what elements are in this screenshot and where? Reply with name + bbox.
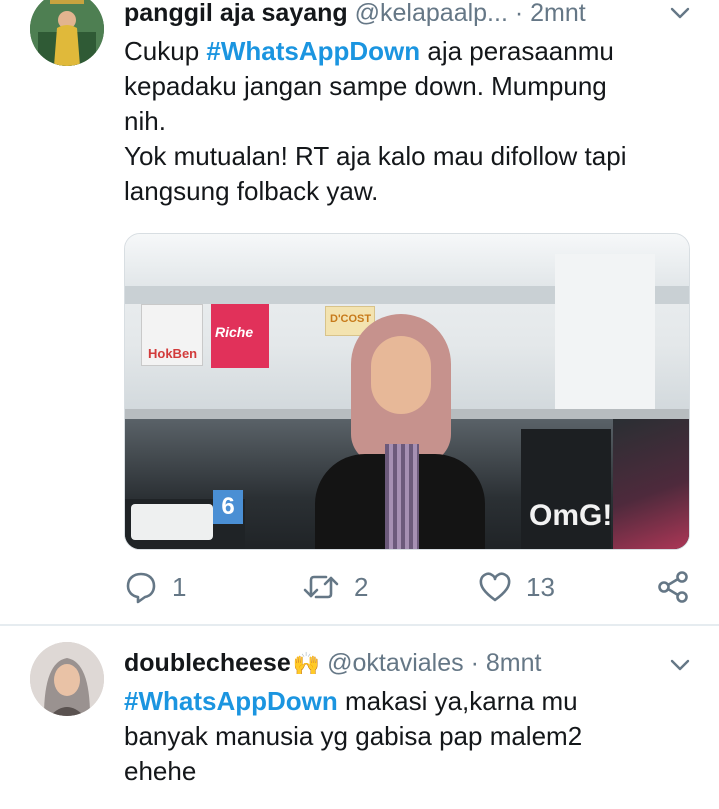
retweet-count: 2 [354,571,369,602]
tweet-text: Cukup #WhatsAppDown aja perasaanmu kepad… [124,34,694,209]
hashtag-link[interactable]: #WhatsAppDown [124,686,338,716]
share-button[interactable] [656,565,690,609]
text-line: langsung folback yaw. [124,176,379,206]
user-handle[interactable]: @kelapaalp... [355,0,508,27]
tweet-header: doublecheese🙌 @oktaviales · 8mnt [124,648,541,679]
like-icon [478,570,512,604]
reply-icon [124,570,158,604]
text-line: nih. [124,106,166,136]
like-button[interactable]: 13 [478,565,555,609]
timestamp[interactable]: 2mnt [530,0,586,27]
display-name[interactable]: doublecheese [124,649,291,677]
text-fragment: makasi ya,karna mu [337,686,578,716]
photo-gate-stickers [131,504,213,540]
tweet[interactable]: doublecheese🙌 @oktaviales · 8mnt #WhatsA… [0,626,719,809]
chevron-down-icon[interactable] [669,2,691,24]
hashtag-link[interactable]: #WhatsAppDown [206,36,420,66]
person-scarf [385,444,419,549]
sign-hokben-text: HokBen [148,346,198,361]
reply-count: 1 [172,571,187,602]
text-fragment: aja perasaanmu [420,36,614,66]
text-line: kepadaku jangan sampe down. Mumpung [124,71,607,101]
reply-button[interactable]: 1 [124,565,186,609]
sign-hokben: HokBen [141,304,203,366]
share-icon [656,570,690,604]
raising-hands-emoji: 🙌 [292,651,321,676]
photo-person [315,314,485,549]
avatar-photo [30,642,104,716]
gate-number: 6 [213,490,243,524]
avatar-photo [30,0,104,66]
tweet-actions: 1 2 13 [124,565,694,609]
text-line: #WhatsAppDown makasi ya,karna mu [124,684,694,719]
timestamp[interactable]: 8mnt [486,649,542,677]
text-fragment: Cukup [124,36,207,66]
photo-ad-panel [613,419,689,549]
like-count: 13 [526,571,555,602]
tweet-text: #WhatsAppDown makasi ya,karna mu banyak … [124,684,694,789]
retweet-button[interactable]: 2 [302,565,368,609]
person-face [371,336,431,414]
retweet-icon [302,570,340,604]
avatar[interactable] [30,642,104,716]
sign-richeese-text: Riche [215,324,254,340]
display-name[interactable]: panggil aja sayang [124,0,348,27]
separator-dot: · [470,649,479,677]
tweet-header: panggil aja sayang @kelapaalp... · 2mnt [124,0,586,28]
tweet-photo[interactable]: HokBen Riche D'COST 6 OmG! [124,233,690,550]
photo-pillar [555,254,655,434]
avatar[interactable] [30,0,104,66]
omg-ad-text: OmG! [529,499,613,532]
omg-ad: OmG! [521,429,613,549]
sign-richeese: Riche [211,304,269,368]
text-line: Cukup #WhatsAppDown aja perasaanmu [124,34,694,69]
text-line: ehehe [124,756,197,786]
chevron-down-icon[interactable] [669,654,691,676]
tweet[interactable]: panggil aja sayang @kelapaalp... · 2mnt … [0,0,719,624]
separator-dot: · [514,0,524,27]
user-handle[interactable]: @oktaviales [327,649,464,677]
text-line: banyak manusia yg gabisa pap malem2 [124,721,583,751]
text-line: Yok mutualan! RT aja kalo mau difollow t… [124,141,627,171]
